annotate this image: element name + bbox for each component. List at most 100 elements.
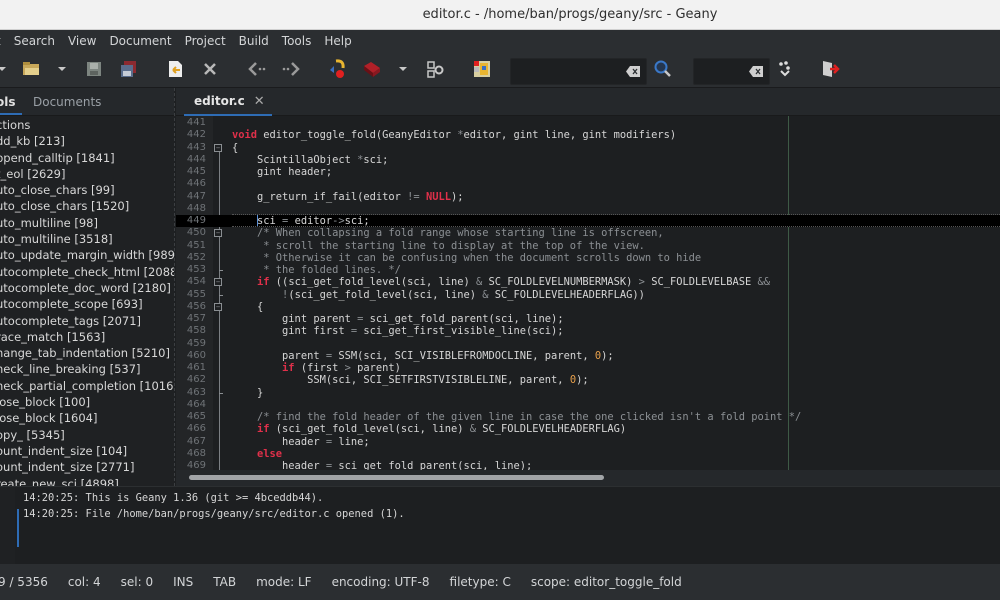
symbol-item[interactable]: heck_partial_completion [1016]	[0, 378, 174, 394]
save-all-button[interactable]	[117, 58, 139, 80]
goto-line-button[interactable]	[774, 58, 796, 80]
message-line[interactable]: 14:20:25: File /home/ban/progs/geany/src…	[23, 508, 405, 520]
code-line[interactable]: 460 parent = SSM(sci, SCI_VISIBLEFROMDOC…	[176, 350, 1000, 362]
symbol-item[interactable]: utocomplete_scope [693]	[0, 296, 174, 312]
execute-button[interactable]	[424, 58, 446, 80]
code-line[interactable]: 451 * scroll the starting line to displa…	[176, 240, 1000, 252]
goto-line-input[interactable]	[694, 59, 744, 84]
symbol-item[interactable]: ount_indent_size [104]	[0, 443, 174, 459]
build-button[interactable]	[361, 58, 383, 80]
code-line[interactable]: 469 header = sci_get_fold_parent(sci, li…	[176, 460, 1000, 470]
symbol-item[interactable]: uto_update_margin_width [989]	[0, 247, 174, 263]
symbol-item[interactable]: utocomplete_tags [2071]	[0, 313, 174, 329]
new-dropdown-button[interactable]	[0, 58, 7, 80]
code-line[interactable]: 457 gint parent = sci_get_fold_parent(sc…	[176, 313, 1000, 325]
fold-toggle-icon[interactable]: −	[214, 229, 222, 238]
code-line[interactable]: 442 void editor_toggle_fold(GeanyEditor *…	[176, 129, 1000, 141]
menu-project[interactable]: Project	[178, 30, 232, 52]
tab-editor-c[interactable]: editor.c ✕	[184, 88, 272, 116]
code-line[interactable]: 461 if (first > parent)	[176, 362, 1000, 374]
menu-edit[interactable]: t	[0, 30, 7, 52]
symbol-item[interactable]: heck_line_breaking [537]	[0, 361, 174, 377]
symbol-item[interactable]: opy_ [5345]	[0, 427, 174, 443]
code-line[interactable]: 445 gint header;	[176, 166, 1000, 178]
menu-search[interactable]: Search	[7, 30, 61, 52]
scrollbar-thumb[interactable]	[189, 475, 604, 480]
symbol-item[interactable]: ppend_calltip [1841]	[0, 150, 174, 166]
symbol-item[interactable]: uto_close_chars [1520]	[0, 198, 174, 214]
code-line[interactable]: 463 }	[176, 387, 1000, 399]
navigate-forward-button[interactable]	[280, 58, 302, 80]
code-line[interactable]: 456− {	[176, 301, 1000, 313]
menu-build[interactable]: Build	[232, 30, 275, 52]
tab-symbols[interactable]: ols	[0, 88, 22, 115]
revert-button[interactable]	[164, 58, 186, 80]
code-line[interactable]: 455 !(sci_get_fold_level(sci, line) & SC…	[176, 289, 1000, 301]
quit-button[interactable]	[819, 58, 841, 80]
symbol-item[interactable]: uto_multiline [98]	[0, 215, 174, 231]
code-editor[interactable]: 441 442 void editor_toggle_fold(GeanyEdito…	[176, 116, 1000, 470]
menu-document[interactable]: Document	[103, 30, 178, 52]
code-text: parent = SSM(sci, SCI_VISIBLEFROMDOCLINE…	[232, 349, 614, 362]
code-line[interactable]: 466 if (sci_get_fold_level(sci, line) & …	[176, 423, 1000, 435]
code-line[interactable]: 465 /* find the fold header of the given…	[176, 411, 1000, 423]
symbol-item[interactable]: utocomplete_check_html [2088]	[0, 264, 174, 280]
tab-documents[interactable]: Documents	[33, 88, 101, 115]
compile-button[interactable]	[327, 58, 349, 80]
horizontal-scrollbar[interactable]	[176, 470, 1000, 486]
fold-toggle-icon[interactable]: −	[214, 278, 222, 287]
code-line[interactable]: 462 SSM(sci, SCI_SETFIRSTVISIBLELINE, pa…	[176, 374, 1000, 386]
symbol-list: ctionsdd_kb [213]ppend_calltip [1841]t_e…	[0, 116, 174, 492]
code-line[interactable]: 447 g_return_if_fail(editor != NULL);	[176, 191, 1000, 203]
fold-toggle-icon[interactable]: −	[214, 143, 222, 152]
code-line[interactable]: 458 gint first = sci_get_first_visible_l…	[176, 325, 1000, 337]
open-button[interactable]	[20, 58, 42, 80]
navigate-back-icon	[248, 62, 266, 76]
code-line[interactable]: 468 else	[176, 448, 1000, 460]
search-entry[interactable]	[510, 58, 647, 85]
save-button[interactable]	[83, 58, 105, 80]
symbol-item[interactable]: lose_block [100]	[0, 394, 174, 410]
clear-entry-icon[interactable]	[749, 66, 763, 77]
code-line[interactable]: 444 ScintillaObject *sci;	[176, 154, 1000, 166]
fold-toggle-icon[interactable]: −	[214, 302, 222, 311]
menu-help[interactable]: Help	[318, 30, 358, 52]
symbol-item[interactable]: hange_tab_indentation [5210]	[0, 345, 174, 361]
status-scope: scope: editor_toggle_fold	[530, 575, 682, 589]
window-title: editor.c - /home/ban/progs/geany/src - G…	[422, 7, 718, 22]
close-button[interactable]	[199, 58, 221, 80]
code-line[interactable]: 452 * Otherwise it can be confusing when…	[176, 252, 1000, 264]
code-line[interactable]: 464	[176, 399, 1000, 411]
color-chooser-button[interactable]	[471, 58, 493, 80]
symbol-item[interactable]: lose_block [1604]	[0, 410, 174, 426]
menu-tools[interactable]: Tools	[275, 30, 318, 52]
code-line[interactable]: 453 * the folded lines. */	[176, 264, 1000, 276]
symbol-item[interactable]: uto_multiline [3518]	[0, 231, 174, 247]
find-button[interactable]	[652, 58, 674, 80]
goto-line-entry[interactable]	[693, 58, 770, 85]
symbol-item[interactable]: t_eol [2629]	[0, 166, 174, 182]
menu-view[interactable]: View	[61, 30, 102, 52]
symbol-item[interactable]: utocomplete_doc_word [2180]	[0, 280, 174, 296]
chevron-down-icon	[0, 67, 6, 71]
code-line[interactable]: 459	[176, 338, 1000, 350]
code-line[interactable]: 449 sci = editor->sci;	[176, 213, 1000, 228]
symbol-item[interactable]: ctions	[0, 117, 174, 133]
symbol-item[interactable]: uto_close_chars [99]	[0, 182, 174, 198]
message-line[interactable]: 14:20:25: This is Geany 1.36 (git >= 4bc…	[23, 492, 323, 504]
code-line[interactable]: 443− {	[176, 142, 1000, 154]
close-icon[interactable]: ✕	[254, 94, 265, 109]
build-dropdown-button[interactable]	[398, 58, 408, 80]
code-line[interactable]: 467 header = line;	[176, 436, 1000, 448]
code-line[interactable]: 441	[176, 117, 1000, 129]
symbol-item[interactable]: dd_kb [213]	[0, 133, 174, 149]
symbol-item[interactable]: ount_indent_size [2771]	[0, 459, 174, 475]
open-recent-dropdown-button[interactable]	[57, 58, 67, 80]
code-line[interactable]: 450− /* When collapsing a fold range who…	[176, 227, 1000, 239]
code-line[interactable]: 446	[176, 178, 1000, 190]
clear-entry-icon[interactable]	[626, 66, 640, 77]
code-line[interactable]: 454− if ((sci_get_fold_level(sci, line) …	[176, 276, 1000, 288]
symbol-item[interactable]: race_match [1563]	[0, 329, 174, 345]
navigate-back-button[interactable]	[246, 58, 268, 80]
search-input[interactable]	[511, 59, 621, 84]
